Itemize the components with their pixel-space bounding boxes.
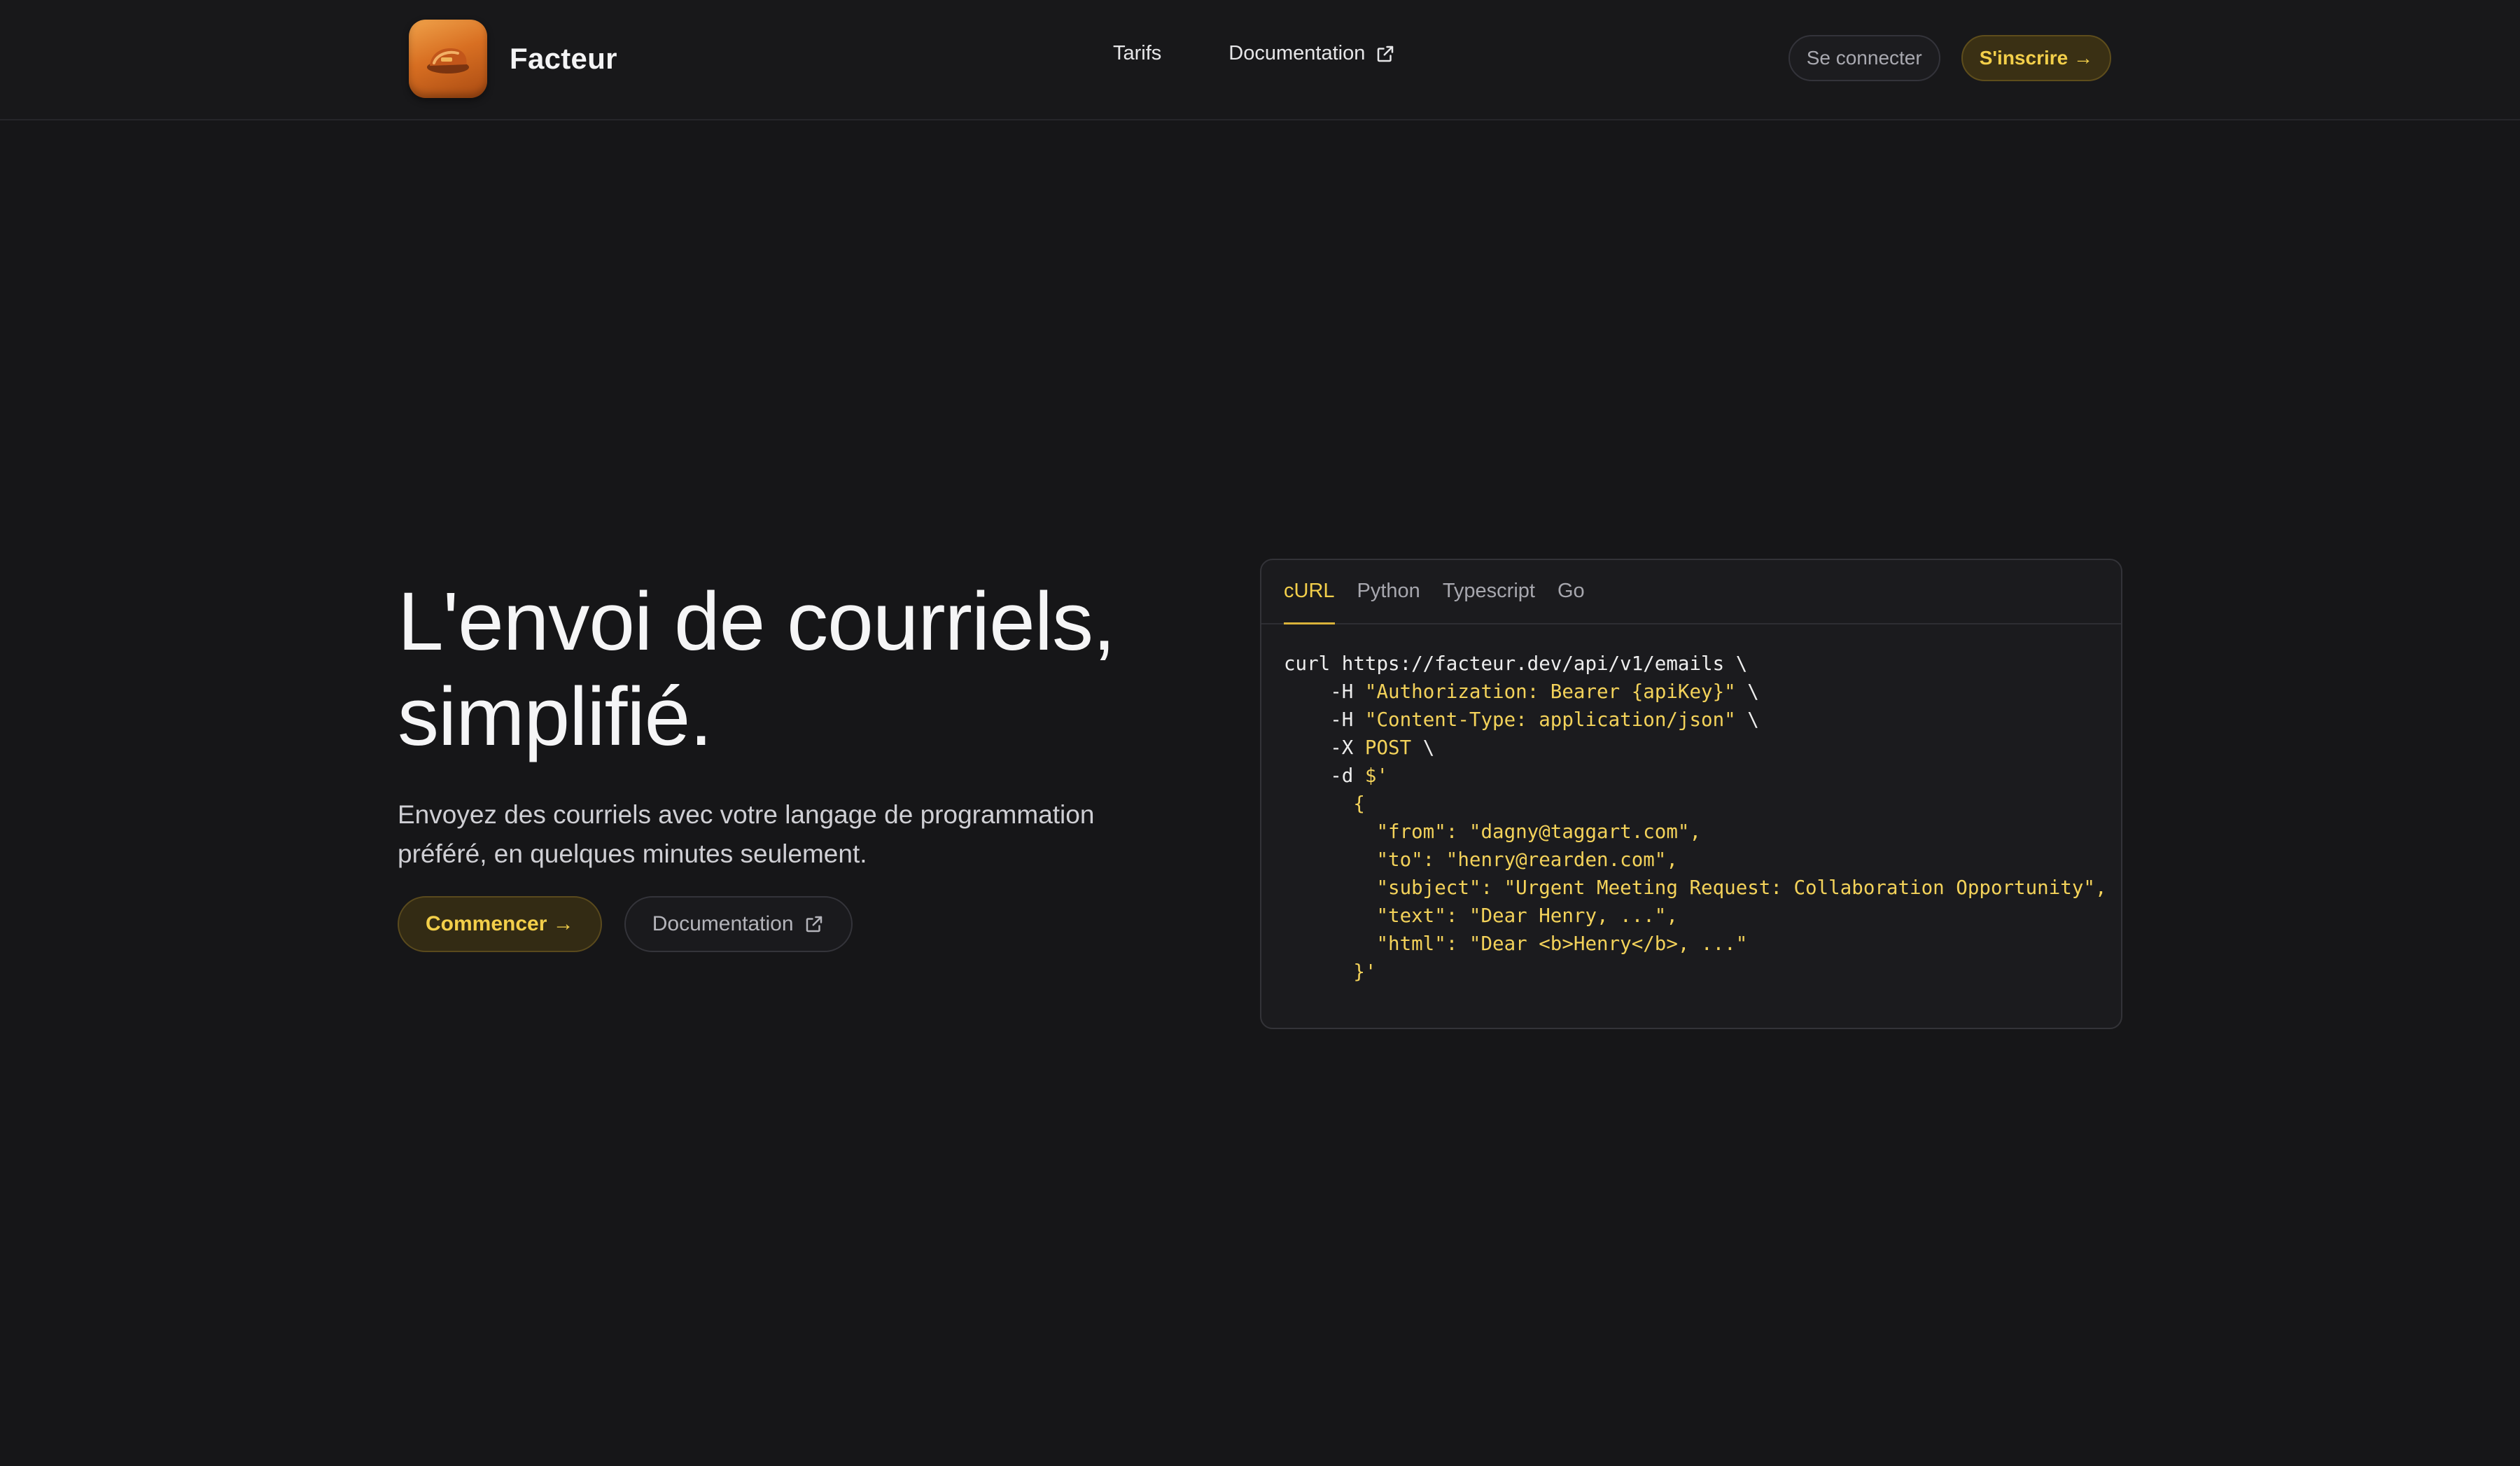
code-token: "Content-Type: application/json": [1364, 708, 1736, 731]
nav-link-documentation[interactable]: Documentation: [1228, 42, 1396, 65]
documentation-button[interactable]: Documentation: [624, 896, 853, 952]
language-tabs: cURL Python Typescript Go: [1261, 560, 2121, 624]
documentation-button-label: Documentation: [652, 912, 794, 935]
external-link-icon: [1378, 46, 1394, 62]
tab-python[interactable]: Python: [1357, 560, 1420, 623]
code-token: "Authorization: Bearer {apiKey}": [1364, 680, 1736, 703]
nav-actions: Se connecter S'inscrire →: [1788, 35, 2111, 81]
code-line: "subject": "Urgent Meeting Request: Coll…: [1284, 874, 2121, 902]
hero-actions: Commencer → Documentation: [398, 896, 1168, 952]
code-token: "html": "Dear <b>Henry</b>, ...": [1284, 933, 1748, 955]
code-token: "from": "dagny@taggart.com",: [1284, 821, 1702, 843]
external-link-icon: [806, 916, 822, 933]
primary-nav: Tarifs Documentation: [1113, 42, 1396, 65]
code-line: "from": "dagny@taggart.com",: [1284, 818, 2121, 846]
code-line: "text": "Dear Henry, ...",: [1284, 902, 2121, 930]
code-line: "to": "henry@rearden.com",: [1284, 846, 2121, 874]
hero-subtitle: Envoyez des courriels avec votre langage…: [398, 800, 1095, 868]
login-button[interactable]: Se connecter: [1788, 35, 1940, 81]
code-token: "to": "henry@rearden.com",: [1284, 849, 1678, 871]
code-line: -X POST \: [1284, 734, 2121, 762]
nav-link-tarifs[interactable]: Tarifs: [1113, 42, 1161, 65]
code-token: -H: [1284, 680, 1365, 703]
code-token: POST: [1364, 737, 1412, 759]
code-token: -X: [1284, 737, 1365, 759]
code-token: $': [1364, 765, 1389, 787]
brand-name: Facteur: [510, 42, 617, 75]
code-token: \: [1735, 680, 1759, 703]
code-snippet: curl https://facteur.dev/api/v1/emails \…: [1261, 624, 2121, 986]
code-line: -H "Authorization: Bearer {apiKey}" \: [1284, 678, 2121, 706]
nav-link-label: Tarifs: [1113, 42, 1162, 64]
code-token: }': [1284, 961, 1377, 983]
landing-page: Facteur Tarifs Documentation Se connecte…: [0, 0, 2520, 1466]
tab-go[interactable]: Go: [1558, 560, 1585, 623]
code-token: \: [1735, 708, 1759, 731]
code-line: curl https://facteur.dev/api/v1/emails \: [1284, 650, 2121, 678]
code-token: "text": "Dear Henry, ...",: [1284, 905, 1678, 927]
postman-cap-icon: [409, 20, 487, 98]
code-line: "html": "Dear <b>Henry</b>, ...": [1284, 930, 2121, 958]
code-token: curl https://facteur.dev/api/v1/emails \: [1284, 652, 1748, 675]
tab-typescript[interactable]: Typescript: [1443, 560, 1535, 623]
nav-link-label: Documentation: [1228, 42, 1366, 64]
code-line: {: [1284, 790, 2121, 818]
signup-button[interactable]: S'inscrire →: [1961, 35, 2111, 81]
code-line: -d $': [1284, 762, 2121, 790]
code-token: "subject": "Urgent Meeting Request: Coll…: [1284, 877, 2107, 899]
get-started-button[interactable]: Commencer →: [398, 896, 602, 952]
code-example-card: cURL Python Typescript Go curl https://f…: [1260, 559, 2122, 1029]
code-line: -H "Content-Type: application/json" \: [1284, 706, 2121, 734]
code-token: -H: [1284, 708, 1365, 731]
hero-title: L'envoi de courriels, simplifié.: [398, 575, 1116, 763]
code-line: }': [1284, 958, 2121, 986]
hero-section: L'envoi de courriels, simplifié. Envoyez…: [398, 574, 1168, 952]
code-token: \: [1411, 737, 1435, 759]
tab-curl[interactable]: cURL: [1284, 560, 1335, 624]
top-navbar: Facteur Tarifs Documentation Se connecte…: [0, 0, 2520, 120]
brand[interactable]: Facteur: [409, 20, 617, 98]
code-token: -d: [1284, 765, 1365, 787]
code-token: {: [1284, 793, 1365, 815]
